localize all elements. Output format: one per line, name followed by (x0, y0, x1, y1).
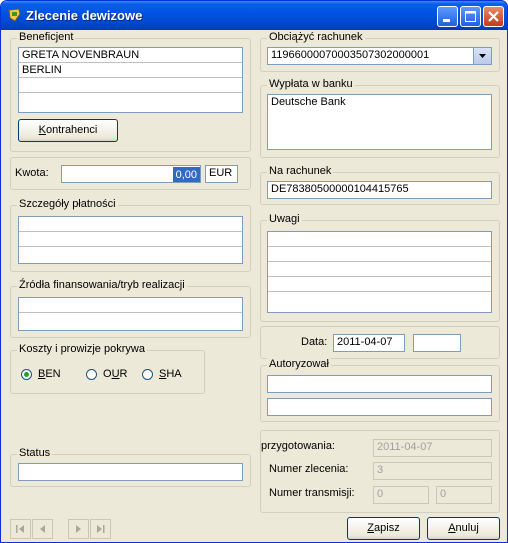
beneficjent-line-1: GRETA NOVENBRAUN (19, 48, 242, 63)
uwagi-line (268, 232, 491, 247)
uwagi-title: Uwagi (267, 213, 302, 225)
zrodla-title: Źródła finansowania/tryb realizacji (17, 279, 187, 291)
app-icon (8, 8, 21, 22)
szczegoly-line (19, 247, 242, 261)
numer-transmisji-field-b: 0 (436, 486, 492, 504)
zrodla-group: Źródła finansowania/tryb realizacji (10, 279, 251, 338)
beneficjent-title: Beneficjent (17, 31, 76, 43)
data-group: Data: 2011-04-07 (260, 326, 500, 359)
kwota-group: Kwota: 0,00 EUR (10, 157, 251, 190)
currency-field[interactable]: EUR (205, 165, 238, 183)
szczegoly-group: Szczegóły płatności (10, 198, 251, 272)
numer-transmisji-field-a: 0 (373, 486, 429, 504)
dropdown-button[interactable] (473, 48, 491, 64)
autoryzowal-group: Autoryzował (260, 358, 500, 422)
autoryzowal-title: Autoryzował (267, 358, 331, 370)
beneficjent-line-2: BERLIN (19, 63, 242, 78)
beneficjent-group: Beneficjent GRETA NOVENBRAUN BERLIN Kont… (10, 31, 251, 152)
radio-our-label[interactable]: OUR (103, 368, 127, 380)
uwagi-group: Uwagi (260, 213, 500, 322)
szczegoly-title: Szczegóły płatności (17, 198, 118, 210)
maximize-icon (465, 11, 476, 22)
prev-record-button[interactable] (32, 519, 53, 539)
koszty-group: Koszty i prowizje pokrywa BEN OUR SHA (10, 343, 205, 394)
uwagi-line (268, 292, 491, 306)
close-button[interactable] (483, 6, 504, 27)
uwagi-line (268, 247, 491, 262)
wyplata-group: Wypłata w banku Deutsche Bank (260, 78, 500, 158)
anuluj-button[interactable]: Anuluj (427, 517, 500, 540)
obciazyc-group: Obciążyć rachunek 1196600007000350730200… (260, 31, 500, 72)
obciazyc-title: Obciążyć rachunek (267, 31, 365, 43)
status-title: Status (17, 447, 53, 459)
zrodla-line (19, 298, 242, 313)
szczegoly-line (19, 217, 242, 232)
przygotowania-label: przygotowania: (261, 440, 335, 452)
autoryzowal-input-1[interactable] (267, 375, 492, 393)
last-record-button[interactable] (90, 519, 111, 539)
beneficjent-textarea[interactable]: GRETA NOVENBRAUN BERLIN (18, 47, 243, 113)
autoryzowal-input-2[interactable] (267, 398, 492, 416)
numer-zlecenia-field: 3 (373, 462, 492, 480)
kwota-input[interactable]: 0,00 (61, 165, 201, 183)
chevron-down-icon (479, 54, 486, 58)
beneficjent-line-4 (19, 93, 242, 107)
window-title: Zlecenie dewizowe (26, 8, 143, 23)
data-extra-input[interactable] (413, 334, 461, 352)
radio-sha-label[interactable]: SHA (159, 368, 182, 380)
numer-transmisji-label: Numer transmisji: (269, 487, 355, 499)
data-label: Data: (301, 336, 328, 348)
uwagi-line (268, 262, 491, 277)
last-icon (97, 525, 105, 533)
na-rachunek-group: Na rachunek DE78380500000104415765 (260, 165, 500, 205)
koszty-title: Koszty i prowizje pokrywa (17, 343, 147, 355)
minimize-button[interactable] (437, 6, 458, 27)
uwagi-textarea[interactable] (267, 231, 492, 313)
status-group: Status (10, 447, 251, 487)
window: Zlecenie dewizowe Beneficjent GRETA NOVE… (0, 0, 508, 543)
radio-ben[interactable] (21, 369, 32, 380)
info-group: przygotowania: 2011-04-07 Numer zlecenia… (260, 430, 500, 513)
title-bar[interactable]: Zlecenie dewizowe (1, 1, 507, 30)
maximize-button[interactable] (460, 6, 481, 27)
form-body: Beneficjent GRETA NOVENBRAUN BERLIN Kont… (4, 30, 504, 541)
wyplata-line-1: Deutsche Bank (271, 96, 346, 108)
next-icon (76, 525, 81, 533)
kwota-value: 0,00 (172, 167, 200, 182)
zapisz-button[interactable]: Zapisz (347, 517, 420, 540)
first-record-button[interactable] (10, 519, 31, 539)
first-icon (16, 525, 24, 533)
szczegoly-textarea[interactable] (18, 216, 243, 264)
uwagi-line (268, 277, 491, 292)
przygotowania-field: 2011-04-07 (373, 439, 492, 457)
close-icon (488, 11, 499, 22)
wyplata-title: Wypłata w banku (267, 78, 355, 90)
zrodla-line (19, 313, 242, 327)
radio-sha[interactable] (142, 369, 153, 380)
status-input[interactable] (18, 463, 243, 481)
kwota-label: Kwota: (15, 167, 49, 179)
radio-ben-label[interactable]: BEN (38, 368, 61, 380)
zrodla-textarea[interactable] (18, 297, 243, 331)
numer-zlecenia-label: Numer zlecenia: (269, 463, 349, 475)
next-record-button[interactable] (68, 519, 89, 539)
szczegoly-line (19, 232, 242, 247)
na-rachunek-title: Na rachunek (267, 165, 334, 177)
obciazyc-value: 11966000070003507302000001 (271, 49, 430, 61)
beneficjent-line-3 (19, 78, 242, 93)
wyplata-textarea[interactable]: Deutsche Bank (267, 94, 492, 150)
radio-our[interactable] (86, 369, 97, 380)
na-rachunek-input[interactable]: DE78380500000104415765 (267, 181, 492, 199)
kontrahenci-button[interactable]: Kontrahenci (18, 119, 118, 142)
prev-icon (40, 525, 45, 533)
data-input[interactable]: 2011-04-07 (333, 334, 405, 352)
obciazyc-select[interactable]: 11966000070003507302000001 (267, 47, 492, 65)
minimize-icon (443, 19, 450, 22)
